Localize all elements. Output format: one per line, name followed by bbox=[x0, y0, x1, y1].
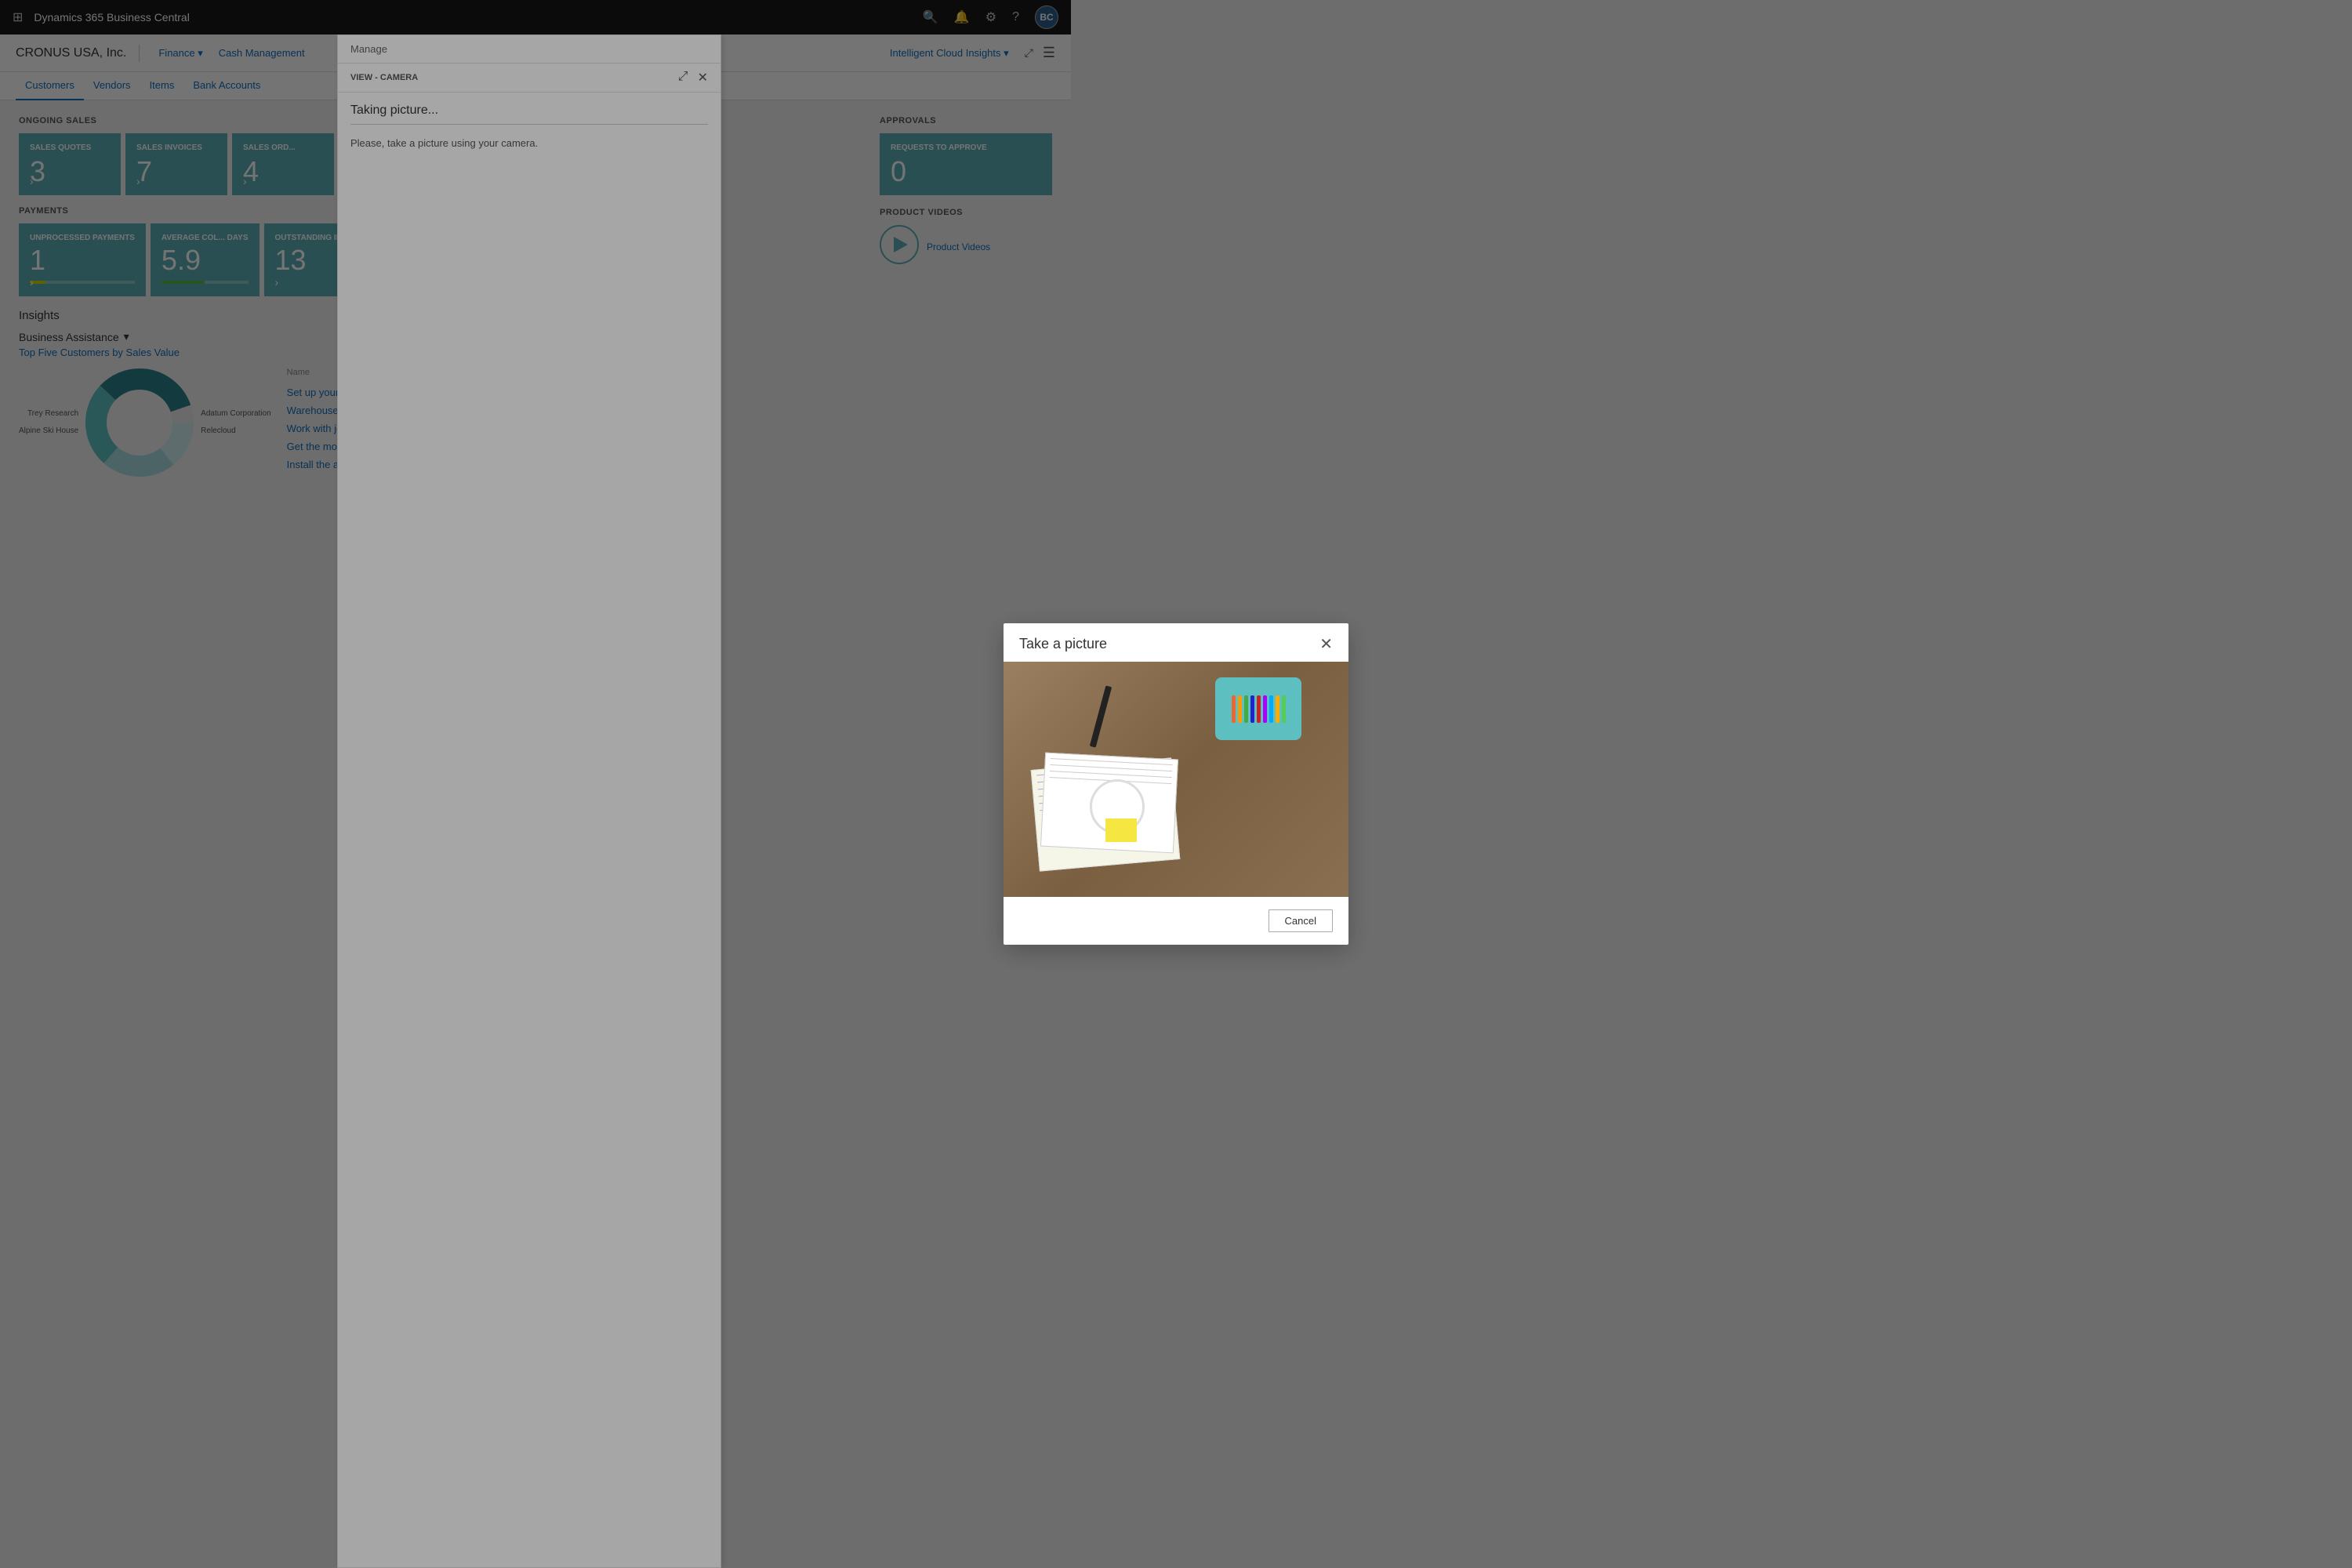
modal-overlay[interactable]: Take a picture ✕ bbox=[0, 0, 2352, 1568]
camera-image bbox=[1004, 662, 1348, 897]
marker-basket bbox=[1215, 677, 1301, 740]
take-picture-modal: Take a picture ✕ bbox=[1004, 623, 1348, 945]
cancel-button[interactable]: Cancel bbox=[1269, 909, 1333, 932]
modal-close-icon[interactable]: ✕ bbox=[1319, 637, 1333, 652]
modal-footer: Cancel bbox=[1004, 897, 1348, 945]
sticky-note bbox=[1105, 818, 1137, 842]
camera-view bbox=[1004, 662, 1348, 897]
modal-title: Take a picture bbox=[1019, 636, 1107, 652]
modal-header: Take a picture ✕ bbox=[1004, 623, 1348, 662]
